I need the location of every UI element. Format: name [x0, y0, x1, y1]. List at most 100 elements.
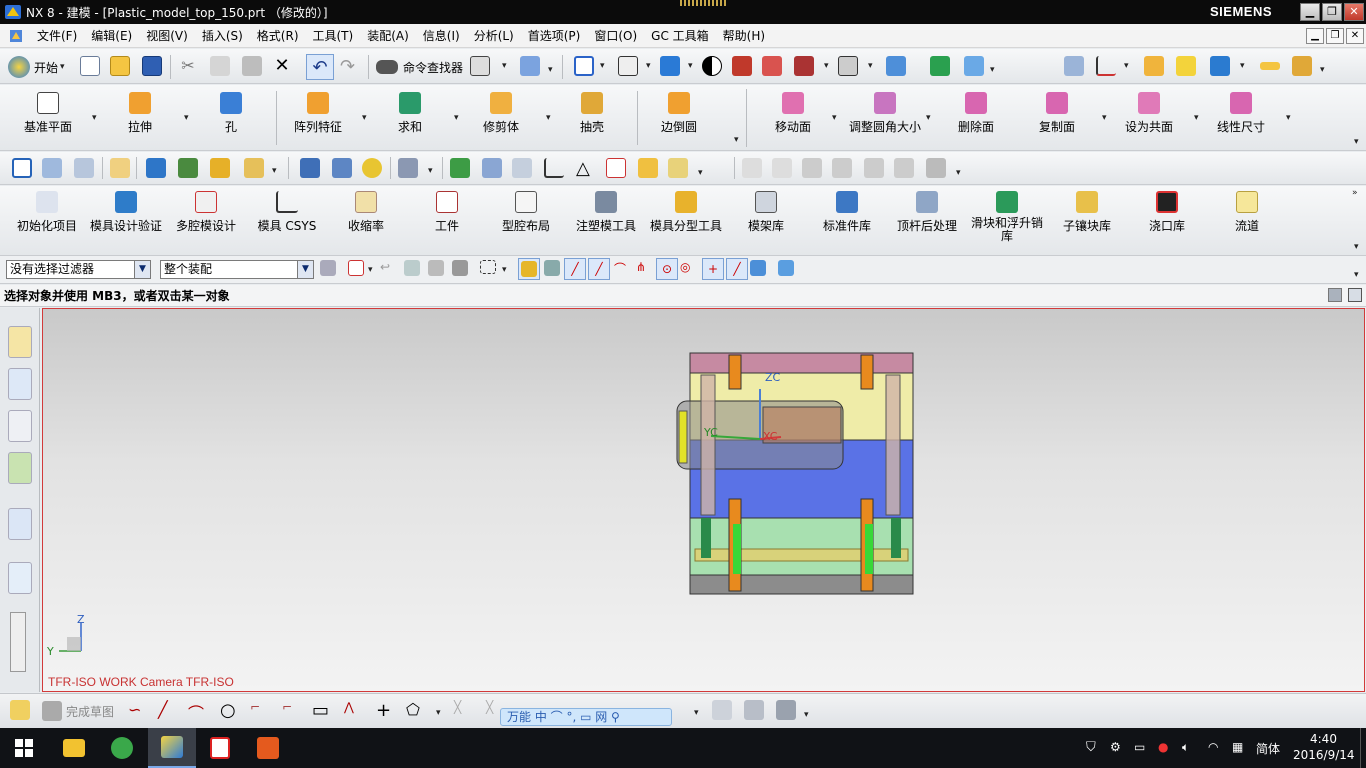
selection-scope-select[interactable]: 整个装配 ▼ — [160, 260, 314, 279]
os-button[interactable] — [832, 158, 852, 178]
doc-restore-button[interactable]: ❐ — [1326, 28, 1344, 44]
point-button[interactable]: + — [376, 700, 391, 721]
parting-tools-button[interactable]: 模具分型工具 — [643, 191, 729, 234]
snap-on-curve-button[interactable]: ╱ — [726, 258, 748, 280]
polygon-button[interactable]: ⋀ — [344, 700, 354, 714]
new-button[interactable] — [80, 56, 100, 76]
redo-button[interactable]: ↷ — [340, 56, 355, 77]
wave-button[interactable] — [1176, 56, 1196, 76]
finish-sketch-button[interactable]: 完成草图 — [42, 700, 114, 722]
datum-plane-button[interactable]: 基准平面 — [5, 92, 91, 135]
rectangle-button[interactable]: ▭ — [312, 700, 329, 721]
axes-button[interactable] — [544, 158, 564, 178]
workpiece-button[interactable]: 工件 — [404, 191, 490, 234]
volume-tray-icon[interactable]: 🔈︎ — [1182, 740, 1189, 755]
edge-display-button[interactable] — [702, 56, 722, 76]
snap-on-face-button[interactable] — [750, 260, 766, 276]
constraints-button[interactable] — [712, 700, 732, 720]
edit-section-button[interactable] — [794, 56, 814, 76]
runner-button[interactable]: 流道 — [1204, 191, 1290, 234]
chamfer-button[interactable]: ⌐ — [282, 700, 292, 714]
sheet-button[interactable] — [470, 56, 490, 76]
edge-blend-button[interactable]: 边倒圆 — [636, 92, 722, 135]
view-orient-button[interactable] — [618, 56, 638, 76]
close-button[interactable]: ✕ — [1344, 3, 1364, 21]
menu-tools[interactable]: 工具(T) — [306, 27, 361, 44]
keyboard-tray-icon[interactable]: ▦ — [1232, 740, 1243, 754]
taskbar-file-explorer[interactable] — [50, 728, 98, 768]
copy-button[interactable] — [210, 56, 230, 76]
mold-csys-button[interactable]: 模具 CSYS — [244, 191, 330, 234]
quick-trim-button[interactable]: ╳ — [454, 700, 461, 714]
frame-button[interactable] — [638, 158, 658, 178]
snap-midpoint-button[interactable]: ╱ — [588, 258, 610, 280]
cut-button[interactable]: ✂ — [178, 56, 198, 76]
mold-tool-4-button[interactable] — [244, 158, 264, 178]
select-body-button[interactable] — [428, 260, 444, 276]
info-window-icon[interactable] — [8, 508, 32, 540]
snap-existing-button[interactable] — [544, 260, 560, 276]
taskbar-browser[interactable] — [98, 728, 146, 768]
assembly-navigator-icon[interactable] — [8, 326, 32, 358]
open-button[interactable] — [110, 56, 130, 76]
cylinder-button[interactable] — [300, 158, 320, 178]
rectangle-select-button[interactable] — [480, 260, 496, 274]
layer-settings-button[interactable] — [1064, 56, 1084, 76]
extrude-button[interactable]: 拉伸 — [97, 92, 183, 135]
taskbar-pdf-reader[interactable] — [196, 728, 244, 768]
wifi-tray-icon[interactable]: ◠ — [1208, 740, 1218, 754]
arc-button[interactable]: ⌒ — [188, 700, 204, 724]
wcs-button[interactable] — [1096, 56, 1116, 76]
sketch-button[interactable] — [10, 700, 30, 720]
make-coplanar-button[interactable]: 设为共面 — [1106, 92, 1192, 135]
mold-tool-3-button[interactable] — [210, 158, 230, 178]
show-desktop-button[interactable] — [1360, 728, 1366, 768]
menu-view[interactable]: 视图(V) — [139, 27, 195, 44]
clock-time[interactable]: 4:40 — [1310, 732, 1337, 746]
mold-base-library-button[interactable]: 模架库 — [723, 191, 809, 234]
auto-constraint-button[interactable] — [744, 700, 764, 720]
windows-start-button[interactable] — [0, 728, 48, 768]
fit-assembly-button[interactable] — [12, 158, 32, 178]
snap-quadrant-button[interactable]: ◎ — [680, 260, 690, 274]
gate-library-button[interactable]: 浇口库 — [1124, 191, 1210, 234]
undo-selection-button[interactable]: ↩ — [380, 260, 390, 274]
spring-button[interactable] — [332, 158, 352, 178]
render-style-button[interactable] — [660, 56, 680, 76]
alert-tray-icon[interactable]: ● — [1158, 740, 1168, 754]
snap-intersection-button[interactable]: ⋔ — [636, 260, 646, 274]
minimize-button[interactable]: ▁ — [1300, 3, 1320, 21]
save-button[interactable] — [142, 56, 162, 76]
general-selection-button[interactable] — [348, 260, 364, 276]
mold-tool-2-button[interactable] — [178, 158, 198, 178]
menu-preferences[interactable]: 首选项(P) — [521, 27, 588, 44]
ejector-pin-post-button[interactable]: 顶杆后处理 — [884, 191, 970, 234]
menu-gc-toolkit[interactable]: GC 工具箱 — [644, 27, 716, 44]
fit-view-button[interactable] — [574, 56, 594, 76]
unite-button[interactable]: 求和 — [367, 92, 453, 135]
eraser-button[interactable] — [110, 158, 130, 178]
ime-floating-bar[interactable]: 万能 中 ⌒ °, ▭ 网 ⚲ — [500, 708, 672, 726]
trim-body-button[interactable]: 修剪体 — [458, 92, 544, 135]
delete-face-button[interactable]: 删除面 — [933, 92, 1019, 135]
status-icon-2[interactable] — [1348, 288, 1362, 302]
mold-tool-1-button[interactable] — [146, 158, 166, 178]
line-button[interactable]: ╱ — [158, 700, 168, 719]
web-browser-icon[interactable] — [8, 562, 32, 594]
ime-language[interactable]: 简体 — [1256, 740, 1280, 757]
slider-lifter-library-button[interactable]: 滑块和浮升销库 — [964, 191, 1050, 243]
menu-information[interactable]: 信息(I) — [416, 27, 467, 44]
status-icon-1[interactable] — [1328, 288, 1342, 302]
triangle-button[interactable]: △ — [576, 158, 590, 179]
hole-button[interactable]: 孔 — [188, 92, 274, 135]
command-finder-button[interactable]: 命令查找器 — [376, 56, 463, 78]
ring-button[interactable] — [362, 158, 382, 178]
paste-button[interactable] — [242, 56, 262, 76]
snap-enable-button[interactable] — [518, 258, 540, 280]
section-2-button[interactable] — [772, 158, 792, 178]
layers-button[interactable] — [74, 158, 94, 178]
selection-tools-button[interactable] — [520, 56, 540, 76]
part-navigator-icon[interactable] — [8, 410, 32, 442]
section-view-button[interactable] — [762, 56, 782, 76]
check-button[interactable] — [450, 158, 470, 178]
